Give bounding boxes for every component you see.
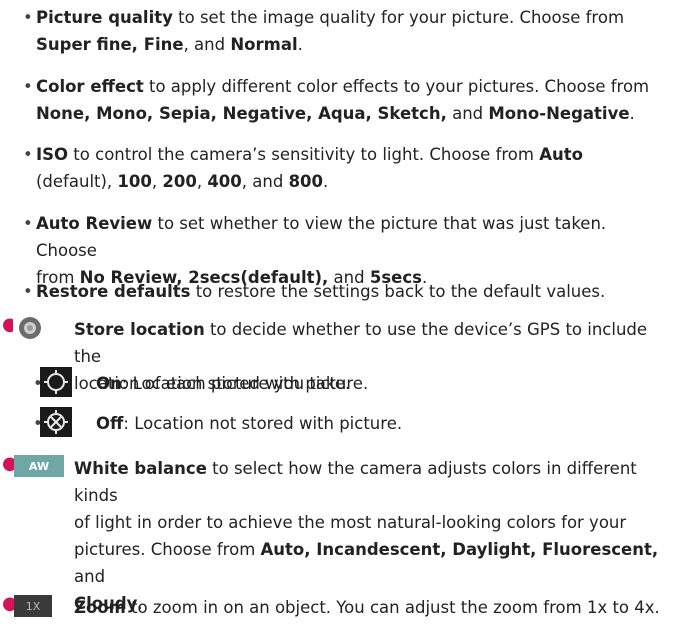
item-text: of light in order to achieve the most na… <box>74 513 627 532</box>
item-text: . <box>297 35 303 54</box>
item-term: Auto Review <box>36 214 153 233</box>
item-term: Off <box>96 414 124 433</box>
icon-label: 1X <box>25 599 41 613</box>
item-text: pictures. Choose from <box>74 540 261 559</box>
item-option: 200 <box>162 172 197 191</box>
item-text: to control the camera’s sensitivity to l… <box>68 145 540 164</box>
bullet: • <box>23 77 33 96</box>
item-term: Picture quality <box>36 8 173 27</box>
item-options: None, Mono, Sepia, Negative, Aqua, Sketc… <box>36 104 447 123</box>
item-text: and <box>446 104 489 123</box>
list-item-color-effect: • Color effect to apply different color … <box>23 73 666 127</box>
item-text: and <box>74 567 106 586</box>
item-text: to apply different color effects to your… <box>143 77 650 96</box>
item-term: Restore defaults <box>36 282 191 301</box>
item-text: , <box>196 172 208 191</box>
list-item-restore-defaults: • Restore defaults to restore the settin… <box>23 278 666 305</box>
item-option: 800 <box>288 172 324 191</box>
item-term: Store location <box>74 320 205 339</box>
location-on-icon <box>40 367 72 397</box>
bullet: • <box>23 214 33 233</box>
bullet: • <box>23 8 33 27</box>
item-options: Auto, Incandescent, Daylight, Fluorescen… <box>260 540 659 559</box>
item-text: , <box>151 172 163 191</box>
item-option: 100 <box>117 172 152 191</box>
item-option: Normal <box>230 35 298 54</box>
bullet: • <box>23 145 33 164</box>
item-text: (default), <box>36 172 118 191</box>
item-option: Mono-Negative <box>488 104 630 123</box>
item-text: : Location not stored with picture. <box>123 414 403 433</box>
zoom-icon: 1X <box>14 595 52 617</box>
item-text: to restore the settings back to the defa… <box>190 282 606 301</box>
icon-label: AW <box>28 459 50 473</box>
item-term: Color effect <box>36 77 144 96</box>
item-option: 400 <box>207 172 242 191</box>
item-text: . <box>323 172 329 191</box>
item-text: . <box>629 104 635 123</box>
item-text: , and <box>241 172 289 191</box>
item-options: Super fine, Fine <box>36 35 184 54</box>
list-item-zoom: Zoom to zoom in on an object. You can ad… <box>74 594 669 621</box>
item-option: Auto <box>539 145 583 164</box>
item-text: to set the image quality for your pictur… <box>172 8 625 27</box>
list-item-white-balance: White balance to select how the camera a… <box>74 455 666 617</box>
white-balance-icon: AW <box>14 455 64 477</box>
item-term: ISO <box>36 145 69 164</box>
list-item-iso: • ISO to control the camera’s sensitivit… <box>23 141 666 195</box>
bullet: • <box>23 282 33 301</box>
manual-page: • Picture quality to set the image quali… <box>0 0 674 624</box>
item-text: , and <box>183 35 231 54</box>
item-text: : Location stored with picture. <box>121 374 369 393</box>
location-on-item: On: Location stored with picture. <box>96 370 368 397</box>
list-item-picture-quality: • Picture quality to set the image quali… <box>23 4 666 58</box>
item-term: On <box>96 374 122 393</box>
location-off-icon <box>40 407 72 437</box>
location-off-item: Off: Location not stored with picture. <box>96 410 402 437</box>
item-term: Zoom <box>74 598 126 617</box>
item-text: to zoom in on an object. You can adjust … <box>125 598 660 617</box>
item-term: White balance <box>74 459 207 478</box>
location-icon <box>13 313 47 343</box>
